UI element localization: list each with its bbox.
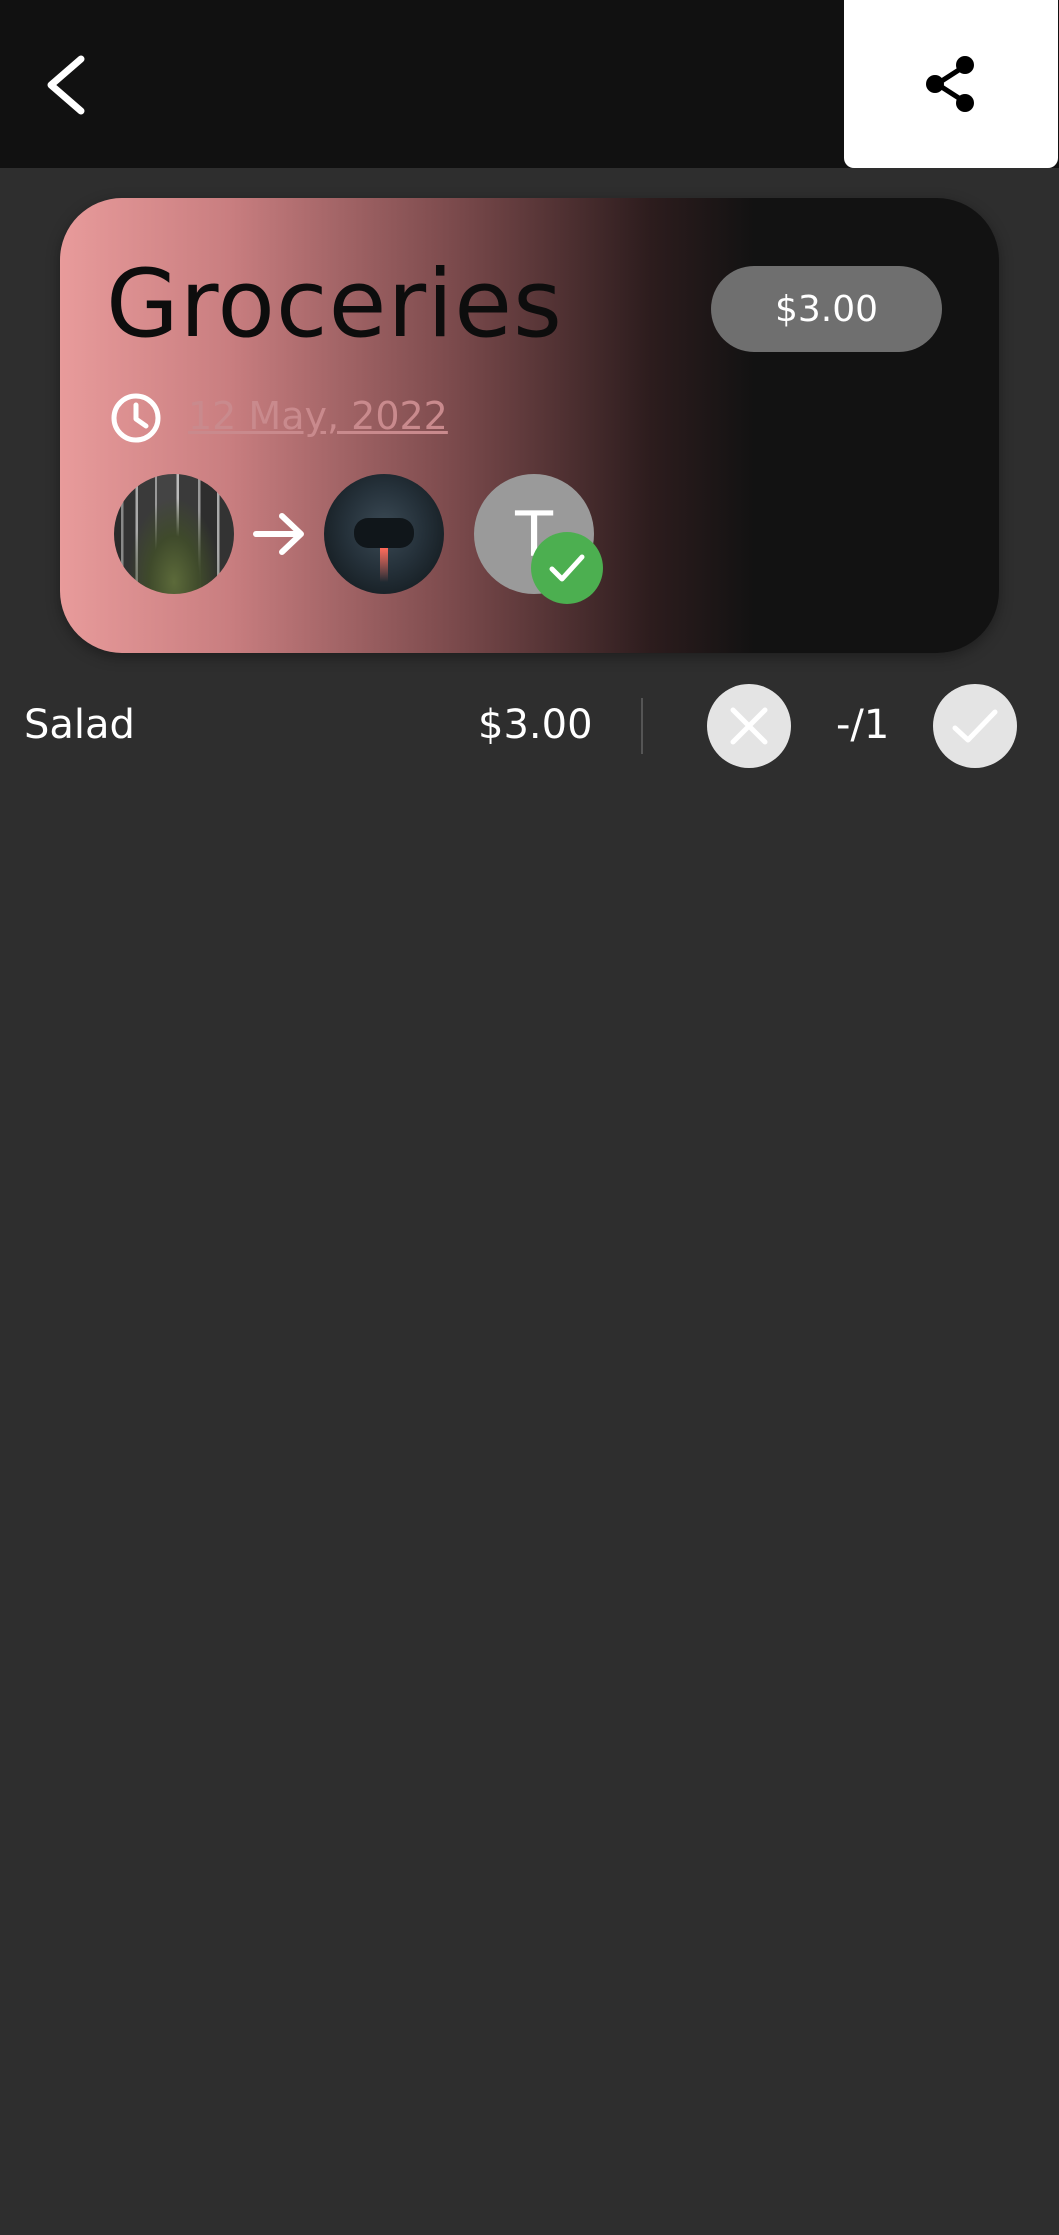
- gamepad-photo: [354, 518, 414, 548]
- check-icon: [549, 554, 585, 582]
- share-icon: [926, 56, 974, 112]
- share-button[interactable]: [844, 0, 1058, 168]
- expense-amount-badge[interactable]: $3.00: [711, 266, 942, 352]
- item-quantity: -/1: [836, 702, 890, 748]
- close-icon: [730, 707, 768, 745]
- accept-item-button[interactable]: [933, 684, 1017, 768]
- list-item: Salad $3.00 -/1: [0, 682, 1059, 772]
- check-icon: [952, 709, 998, 743]
- reject-item-button[interactable]: [707, 684, 791, 768]
- back-button[interactable]: [30, 40, 100, 130]
- item-price: $3.00: [478, 702, 593, 748]
- expense-title: Groceries: [106, 250, 564, 359]
- chevron-left-icon: [47, 55, 85, 115]
- clock-icon: [111, 393, 161, 443]
- gamepad-light: [380, 548, 388, 582]
- payer-avatar[interactable]: [114, 474, 234, 594]
- top-app-bar: [0, 0, 1059, 168]
- arrow-right-icon: [253, 513, 304, 555]
- expense-card[interactable]: Groceries $3.00 12 May, 2022 T: [60, 198, 999, 653]
- expense-date-link[interactable]: 12 May, 2022: [188, 394, 448, 438]
- item-name: Salad: [24, 702, 135, 748]
- item-divider: [641, 698, 643, 754]
- paid-check-badge: [531, 532, 603, 604]
- recipient-avatar[interactable]: [324, 474, 444, 594]
